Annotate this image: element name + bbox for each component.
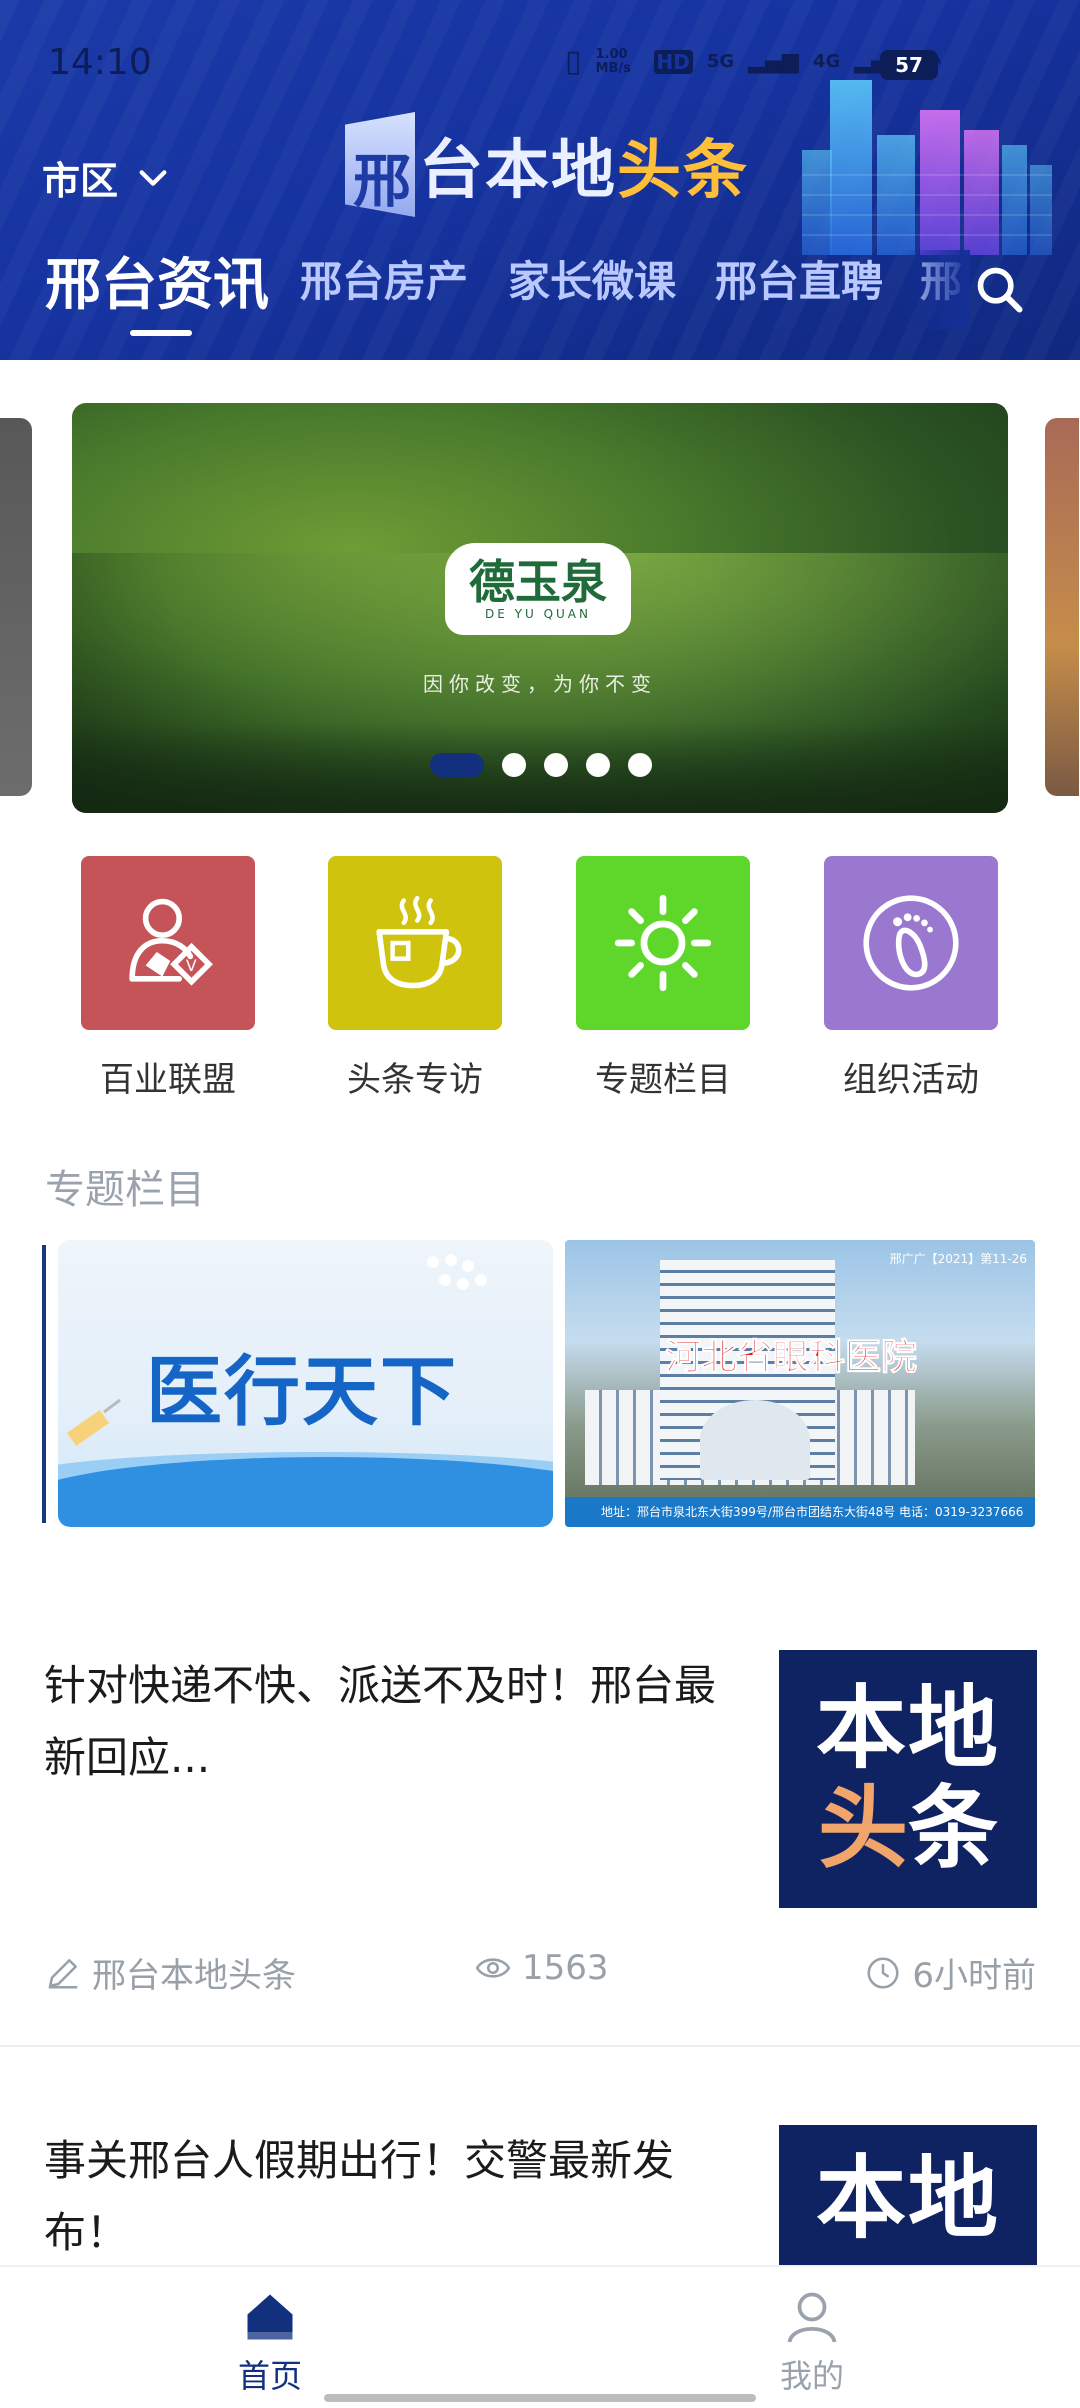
grid-label: 专题栏目 bbox=[595, 1060, 731, 1100]
brand-name: 德玉泉 bbox=[469, 555, 607, 609]
grid-icon-box: V bbox=[81, 856, 255, 1030]
eye-icon bbox=[475, 1958, 511, 1978]
active-tab-indicator bbox=[130, 330, 192, 336]
publish-time: 6小时前 bbox=[912, 1956, 1036, 1996]
brand-name-en: DE YU QUAN bbox=[485, 607, 591, 621]
app-header: 14:10 ▯ 1.00 MB/s HD 5G ▂▄▆ 4G ▂▄▆ ◠ 57 … bbox=[0, 0, 1080, 360]
carousel-dot-active[interactable] bbox=[430, 753, 484, 777]
nav-label: 我的 bbox=[779, 2357, 844, 2395]
app-logo: 邢 台本地 头条 bbox=[345, 112, 749, 217]
author-name: 邢台本地头条 bbox=[92, 1956, 296, 1996]
svg-text:V: V bbox=[186, 956, 197, 975]
grid-item-alliance[interactable]: V 百业联盟 bbox=[80, 856, 256, 1101]
hospital-dome bbox=[700, 1400, 810, 1480]
chevron-down-icon bbox=[139, 169, 167, 186]
grid-item-interview[interactable]: 头条专访 bbox=[327, 856, 503, 1101]
banner-slogan: 因你改变，为你不变 bbox=[423, 672, 657, 696]
city-label: 市区 bbox=[42, 159, 119, 203]
search-icon bbox=[977, 267, 1023, 313]
logo-char: 邢 bbox=[353, 147, 412, 215]
tab-xingtai-news[interactable]: 邢台资讯 bbox=[45, 240, 269, 321]
ad-license-note: 邢广广【2021】第11-26 bbox=[889, 1252, 1027, 1266]
syringe-icon bbox=[67, 1398, 121, 1447]
signal-bars-icon: ▂▄▆ bbox=[748, 49, 799, 74]
news-title[interactable]: 针对快递不快、派送不及时！邢台最新回应... bbox=[44, 1650, 744, 1794]
hd-badge: HD bbox=[653, 49, 693, 74]
nav-home[interactable]: 首页 bbox=[190, 2287, 350, 2397]
special-card-medical[interactable]: 医行天下 bbox=[58, 1240, 553, 1527]
grid-label: 组织活动 bbox=[843, 1060, 979, 1100]
special-card-hospital[interactable]: 邢广广【2021】第11-26 河北省眼科医院 地址：邢台市泉北东大街399号/… bbox=[565, 1240, 1035, 1527]
city-selector[interactable]: 市区 bbox=[42, 150, 170, 205]
thumb-text: 头 bbox=[818, 1776, 908, 1881]
carousel-dot[interactable] bbox=[544, 753, 568, 777]
special-card-prev-peek[interactable] bbox=[42, 1245, 46, 1523]
logo-text-main: 台本地 bbox=[419, 133, 617, 208]
news-author: 邢台本地头条 bbox=[44, 1948, 296, 1997]
home-indicator[interactable] bbox=[324, 2394, 756, 2402]
bottom-nav: 首页 我的 bbox=[0, 2265, 1080, 2408]
carousel-dot[interactable] bbox=[628, 753, 652, 777]
news-views: 1563 bbox=[474, 1948, 609, 1988]
pencil-icon bbox=[48, 1958, 78, 1989]
view-count: 1563 bbox=[522, 1948, 609, 1988]
coffee-cup-icon bbox=[376, 895, 462, 989]
tab-xingtai-property[interactable]: 邢台房产 bbox=[300, 248, 468, 309]
grid-icon-box bbox=[824, 856, 998, 1030]
brand-logo: 德玉泉 DE YU QUAN bbox=[445, 543, 631, 635]
decor-wave bbox=[58, 1457, 553, 1527]
clock-icon bbox=[867, 1956, 899, 1989]
grid-item-topics[interactable]: 专题栏目 bbox=[575, 856, 751, 1101]
news-title[interactable]: 事关邢台人假期出行！交警最新发布！ bbox=[44, 2125, 744, 2269]
thumb-text: 本地 bbox=[816, 2146, 1000, 2251]
logo-text-accent: 头条 bbox=[617, 133, 749, 208]
news-time: 6小时前 bbox=[864, 1948, 1036, 1997]
decor-dots bbox=[427, 1254, 487, 1290]
sun-icon bbox=[614, 894, 712, 992]
hospital-address: 地址：邢台市泉北东大街399号/邢台市团结东大街48号 电话：0319-3237… bbox=[565, 1497, 1035, 1527]
special-card-title: 医行天下 bbox=[146, 1347, 458, 1436]
special-card-title: 河北省眼科医院 bbox=[664, 1337, 918, 1379]
grid-label: 百业联盟 bbox=[100, 1060, 236, 1100]
signal-4g: 4G bbox=[812, 51, 841, 72]
grid-label: 头条专访 bbox=[347, 1060, 483, 1100]
news-meta: 邢台本地头条 1563 6小时前 bbox=[44, 1948, 1036, 1998]
nav-profile[interactable]: 我的 bbox=[732, 2287, 892, 2397]
nav-label: 首页 bbox=[237, 2357, 302, 2395]
news-thumbnail[interactable]: 本地 bbox=[779, 2125, 1037, 2265]
banner-next-peek[interactable] bbox=[1045, 418, 1079, 796]
section-title-special: 专题栏目 bbox=[45, 1167, 205, 1213]
net-speed: 1.00 MB/s bbox=[595, 46, 631, 76]
search-button[interactable] bbox=[960, 250, 1040, 330]
news-thumbnail[interactable]: 本地 头 条 bbox=[779, 1650, 1037, 1908]
thumb-text: 条 bbox=[908, 1776, 998, 1881]
carousel-dots bbox=[430, 753, 652, 777]
grid-icon-box bbox=[328, 856, 502, 1030]
home-icon bbox=[247, 2294, 293, 2340]
banner-carousel[interactable]: 德玉泉 DE YU QUAN 因你改变，为你不变 bbox=[72, 403, 1008, 813]
alliance-icon: V bbox=[129, 898, 213, 986]
carousel-dot[interactable] bbox=[502, 753, 526, 777]
banner-prev-peek[interactable] bbox=[0, 418, 32, 796]
tab-xingtai-jobs[interactable]: 邢台直聘 bbox=[715, 248, 883, 309]
signal-5g: 5G bbox=[706, 51, 735, 72]
grid-item-activities[interactable]: 组织活动 bbox=[823, 856, 999, 1101]
tab-parent-class[interactable]: 家长微课 bbox=[508, 248, 676, 309]
status-time: 14:10 bbox=[48, 42, 152, 83]
carousel-dot[interactable] bbox=[586, 753, 610, 777]
city-skyline-illustration bbox=[802, 80, 1052, 255]
person-icon bbox=[787, 2292, 837, 2343]
grid-icon-box bbox=[576, 856, 750, 1030]
footprint-icon bbox=[863, 895, 959, 991]
news-divider bbox=[0, 2045, 1080, 2047]
vibrate-icon: ▯ bbox=[565, 44, 582, 79]
thumb-text: 本地 bbox=[816, 1676, 1000, 1781]
